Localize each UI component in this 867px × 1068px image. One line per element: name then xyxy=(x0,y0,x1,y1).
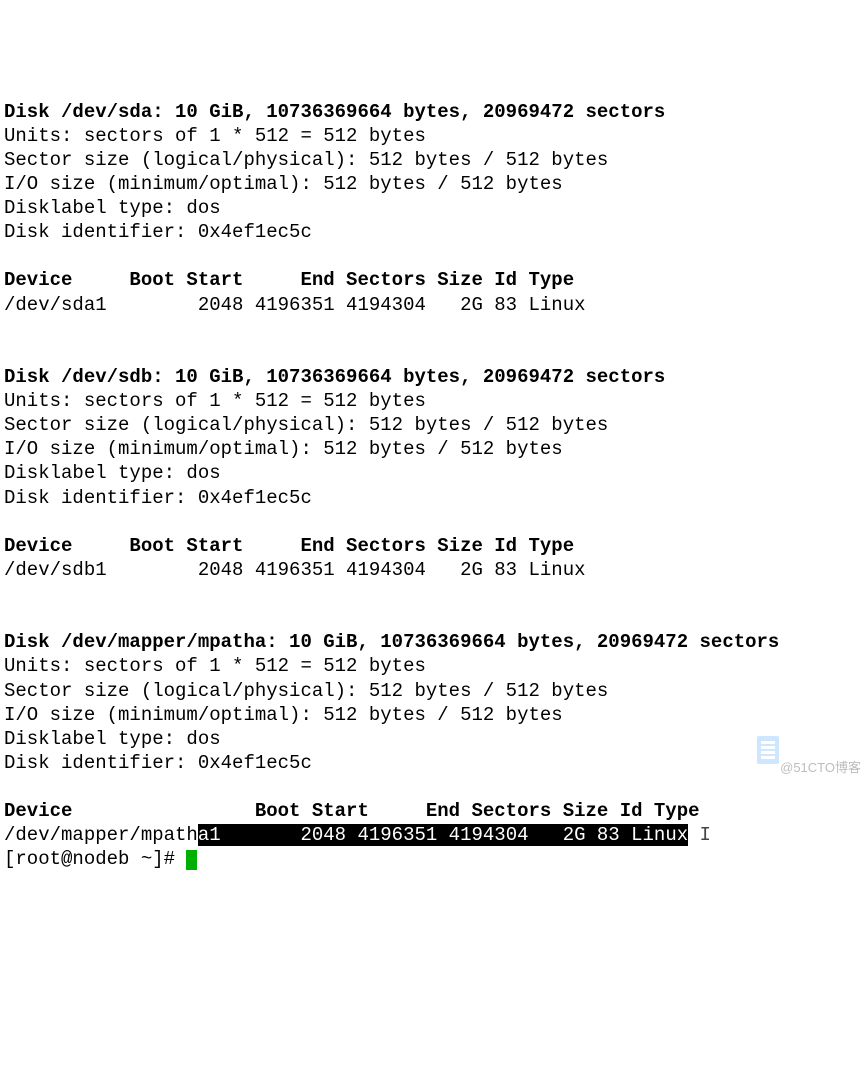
partition-table-header: Device Boot Start End Sectors Size Id Ty… xyxy=(4,269,574,291)
disk-units: Units: sectors of 1 * 512 = 512 bytes xyxy=(4,655,426,677)
block-cursor-icon xyxy=(186,850,197,870)
partition-row-pre: /dev/mapper/mpath xyxy=(4,824,198,846)
document-icon xyxy=(757,736,779,764)
text-cursor-icon: I xyxy=(688,824,711,846)
disk-io-size: I/O size (minimum/optimal): 512 bytes / … xyxy=(4,704,563,726)
disk-units: Units: sectors of 1 * 512 = 512 bytes xyxy=(4,125,426,147)
partition-row: /dev/sda1 2048 4196351 4194304 2G 83 Lin… xyxy=(4,294,586,316)
disk-identifier: Disk identifier: 0x4ef1ec5c xyxy=(4,221,312,243)
disk-label-type: Disklabel type: dos xyxy=(4,197,221,219)
disk-sector-size: Sector size (logical/physical): 512 byte… xyxy=(4,414,608,436)
disk-header: Disk /dev/mapper/mpatha: 10 GiB, 1073636… xyxy=(4,631,779,653)
disk-header: Disk /dev/sda: 10 GiB, 10736369664 bytes… xyxy=(4,101,665,123)
disk-label-type: Disklabel type: dos xyxy=(4,462,221,484)
partition-row: /dev/sdb1 2048 4196351 4194304 2G 83 Lin… xyxy=(4,559,586,581)
terminal-output[interactable]: Disk /dev/sda: 10 GiB, 10736369664 bytes… xyxy=(4,100,863,872)
disk-sector-size: Sector size (logical/physical): 512 byte… xyxy=(4,680,608,702)
selected-text[interactable]: a1 2048 4196351 4194304 2G 83 Linux xyxy=(198,824,688,846)
watermark-text: @51CTO博客 xyxy=(780,760,861,777)
disk-sector-size: Sector size (logical/physical): 512 byte… xyxy=(4,149,608,171)
disk-identifier: Disk identifier: 0x4ef1ec5c xyxy=(4,752,312,774)
partition-table-header: Device Boot Start End Sectors Size Id Ty… xyxy=(4,535,574,557)
disk-label-type: Disklabel type: dos xyxy=(4,728,221,750)
disk-io-size: I/O size (minimum/optimal): 512 bytes / … xyxy=(4,438,563,460)
disk-header: Disk /dev/sdb: 10 GiB, 10736369664 bytes… xyxy=(4,366,665,388)
disk-units: Units: sectors of 1 * 512 = 512 bytes xyxy=(4,390,426,412)
shell-prompt: [root@nodeb ~]# xyxy=(4,848,186,870)
disk-identifier: Disk identifier: 0x4ef1ec5c xyxy=(4,487,312,509)
disk-io-size: I/O size (minimum/optimal): 512 bytes / … xyxy=(4,173,563,195)
partition-table-header: Device Boot Start End Sectors Size Id Ty… xyxy=(4,800,700,822)
